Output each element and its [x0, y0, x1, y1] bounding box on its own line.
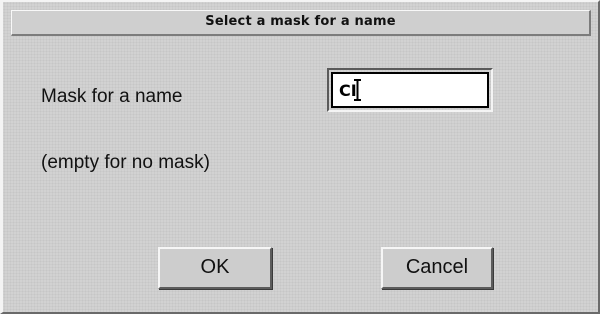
mask-dialog: Select a mask for a name Mask for a name… [0, 0, 600, 314]
mask-input[interactable]: CI [327, 68, 493, 112]
mask-input-field[interactable]: CI [331, 72, 489, 108]
empty-hint-label: (empty for no mask) [41, 152, 210, 173]
dialog-title: Select a mask for a name [11, 10, 591, 36]
ok-button[interactable]: OK [158, 247, 272, 289]
mask-label: Mask for a name [41, 86, 183, 107]
cancel-button[interactable]: Cancel [381, 247, 493, 289]
ibeam-icon [354, 79, 361, 101]
